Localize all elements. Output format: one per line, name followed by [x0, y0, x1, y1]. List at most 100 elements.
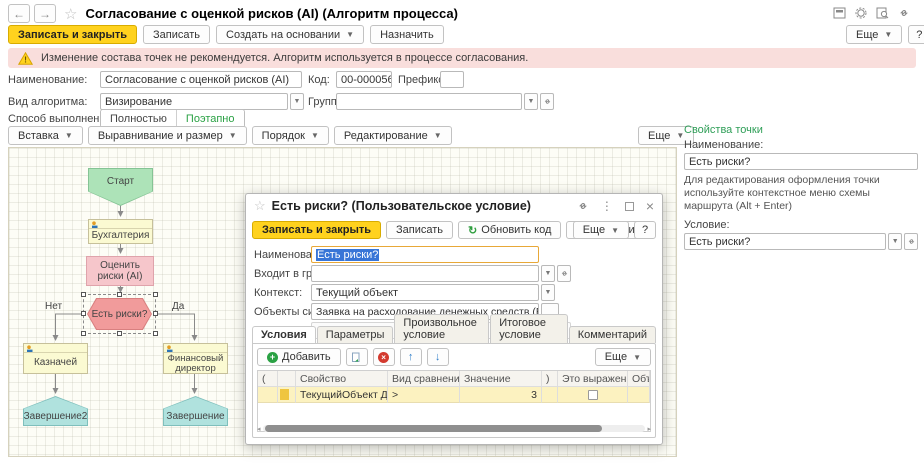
dialog-more-button[interactable]: Еще▼ — [573, 221, 629, 239]
insert-menu-button[interactable]: Вставка▼ — [8, 126, 83, 145]
arrow-down-icon: ↓ — [435, 351, 441, 363]
kind-dropdown-icon[interactable]: ▼ — [290, 93, 304, 110]
help-button[interactable]: ? — [908, 25, 924, 44]
col-open-paren: ( — [258, 371, 278, 387]
flow-node-end[interactable]: Завершение — [163, 396, 228, 426]
tab-comment[interactable]: Комментарий — [569, 326, 656, 343]
chevron-down-icon: ▼ — [611, 226, 619, 235]
dialog-refresh-code-button[interactable]: ↻Обновить код — [458, 221, 561, 239]
dlg-context-dropdown-icon[interactable]: ▼ — [541, 284, 555, 301]
dlg-context-value: Текущий объект — [316, 287, 398, 299]
align-size-menu-button[interactable]: Выравнивание и размер▼ — [88, 126, 247, 145]
flow-node-treasurer[interactable]: Казначей — [23, 343, 88, 374]
dlg-name-input[interactable]: Есть риски? — [311, 246, 539, 263]
props-condition-value: Есть риски? — [689, 236, 750, 248]
conditions-table[interactable]: ( Свойство Вид сравнения Значение ) Это … — [257, 370, 651, 432]
add-row-button[interactable]: +Добавить — [257, 348, 341, 366]
name-input[interactable]: Согласование с оценкой рисков (AI) — [100, 71, 302, 88]
expression-checkbox[interactable] — [588, 390, 598, 400]
col-marker — [278, 371, 296, 387]
dialog-close-icon[interactable]: × — [646, 199, 654, 213]
chevron-down-icon: ▼ — [311, 131, 319, 140]
dialog-help-button[interactable]: ? — [634, 221, 656, 239]
cell-comparison[interactable]: > — [388, 387, 460, 403]
assign-button[interactable]: Назначить — [370, 25, 444, 44]
dlg-group-dropdown-icon[interactable]: ▼ — [541, 265, 555, 282]
cell-value[interactable]: 3 — [460, 387, 542, 403]
end2-label: Завершение2 — [24, 411, 88, 422]
tab-custom-condition[interactable]: Произвольное условие — [394, 314, 489, 343]
flow-node-start[interactable]: Старт — [88, 168, 153, 206]
scrollbar-thumb[interactable] — [265, 425, 602, 432]
tab-total-condition[interactable]: Итоговое условие — [490, 314, 567, 343]
table-more-button[interactable]: Еще▼ — [595, 348, 651, 366]
settings-gear-icon[interactable] — [855, 7, 867, 19]
dialog-link-icon[interactable] — [577, 200, 589, 212]
copy-row-button[interactable] — [346, 348, 368, 366]
nav-forward-button[interactable]: → — [34, 4, 56, 23]
more-vert-icon[interactable]: ⋮ — [919, 6, 924, 19]
group-dropdown-icon[interactable]: ▼ — [524, 93, 538, 110]
exec-mode-staged-option[interactable]: Поэтапно — [177, 110, 244, 127]
prefix-input[interactable] — [440, 71, 464, 88]
props-name-input[interactable]: Есть риски? — [684, 153, 918, 170]
dlg-context-select[interactable]: Текущий объект — [311, 284, 539, 301]
dialog-save-close-button[interactable]: Записать и закрыть — [252, 221, 381, 239]
table-header-row: ( Свойство Вид сравнения Значение ) Это … — [258, 371, 650, 387]
flow-node-condition[interactable]: Есть риски? — [87, 298, 152, 330]
table-hscrollbar[interactable]: ◂ ▸ — [257, 424, 651, 433]
props-condition-dropdown-icon[interactable]: ▼ — [888, 233, 902, 250]
tab-conditions[interactable]: Условия — [252, 326, 316, 344]
link-icon[interactable] — [898, 7, 910, 19]
dialog-titlebar[interactable]: ☆ Есть риски? (Пользовательское условие)… — [246, 194, 662, 218]
save-close-button[interactable]: Записать и закрыть — [8, 25, 137, 44]
exec-mode-full-option[interactable]: Полностью — [101, 110, 177, 127]
flow-node-end2[interactable]: Завершение2 — [23, 396, 88, 426]
delete-circle-icon: × — [378, 352, 389, 363]
move-up-button[interactable]: ↑ — [400, 348, 422, 366]
dialog-save-button[interactable]: Записать — [386, 221, 453, 239]
condition-label: Есть риски? — [92, 309, 148, 320]
props-name-value: Есть риски? — [689, 156, 750, 168]
dialog-maximize-icon[interactable] — [625, 202, 634, 211]
props-condition-select[interactable]: Есть риски? — [684, 233, 886, 250]
flow-node-assess-risks[interactable]: Оценить риски (AI) — [86, 256, 154, 286]
create-based-button[interactable]: Создать на основании▼ — [216, 25, 364, 44]
scroll-left-icon[interactable]: ◂ — [257, 425, 261, 433]
warning-triangle-icon: ! — [18, 52, 33, 65]
row-marker-icon — [280, 389, 289, 400]
nav-back-button[interactable]: ← — [8, 4, 30, 23]
table-row[interactable]: ТекущийОбъект Доп... > 3 — [258, 387, 650, 403]
conditions-tab-panel: +Добавить × ↑ ↓ Еще▼ ( Свойство Вид срав… — [252, 343, 656, 438]
flow-node-fin-director[interactable]: Финансовый директор — [163, 343, 228, 374]
save-button[interactable]: Записать — [143, 25, 210, 44]
condition-dialog: ☆ Есть риски? (Пользовательское условие)… — [245, 193, 663, 445]
edit-menu-button[interactable]: Редактирование▼ — [334, 126, 452, 145]
code-value: 00-000056 — [341, 74, 392, 86]
group-select[interactable] — [336, 93, 522, 110]
move-down-button[interactable]: ↓ — [427, 348, 449, 366]
search-doc-icon[interactable] — [876, 7, 889, 19]
order-menu-button[interactable]: Порядок▼ — [252, 126, 329, 145]
cell-property[interactable]: ТекущийОбъект Доп... — [296, 387, 388, 403]
dialog-star-icon[interactable]: ☆ — [254, 198, 266, 214]
props-condition-link-icon[interactable] — [904, 233, 918, 250]
chevron-down-icon: ▼ — [65, 131, 73, 140]
col-comparison: Вид сравнения — [388, 371, 460, 387]
scroll-right-icon[interactable]: ▸ — [647, 425, 651, 433]
dlg-group-link-icon[interactable] — [557, 265, 571, 282]
refresh-icon: ↻ — [468, 224, 477, 237]
dialog-more-vert-icon[interactable]: ⋮ — [601, 200, 613, 212]
assign-label: Назначить — [380, 29, 434, 41]
favorite-star-icon[interactable]: ☆ — [64, 5, 77, 23]
dialog-title: Есть риски? (Пользовательское условие) — [272, 199, 531, 213]
group-link-icon[interactable] — [540, 93, 554, 110]
code-input[interactable]: 00-000056 — [336, 71, 392, 88]
delete-row-button[interactable]: × — [373, 348, 395, 366]
more-button[interactable]: Еще▼ — [846, 25, 902, 44]
dlg-group-select[interactable] — [311, 265, 539, 282]
tab-parameters[interactable]: Параметры — [317, 326, 394, 343]
flow-node-accounting[interactable]: Бухгалтерия — [88, 219, 153, 244]
kind-select[interactable]: Визирование — [100, 93, 288, 110]
window-icon[interactable] — [833, 7, 846, 19]
